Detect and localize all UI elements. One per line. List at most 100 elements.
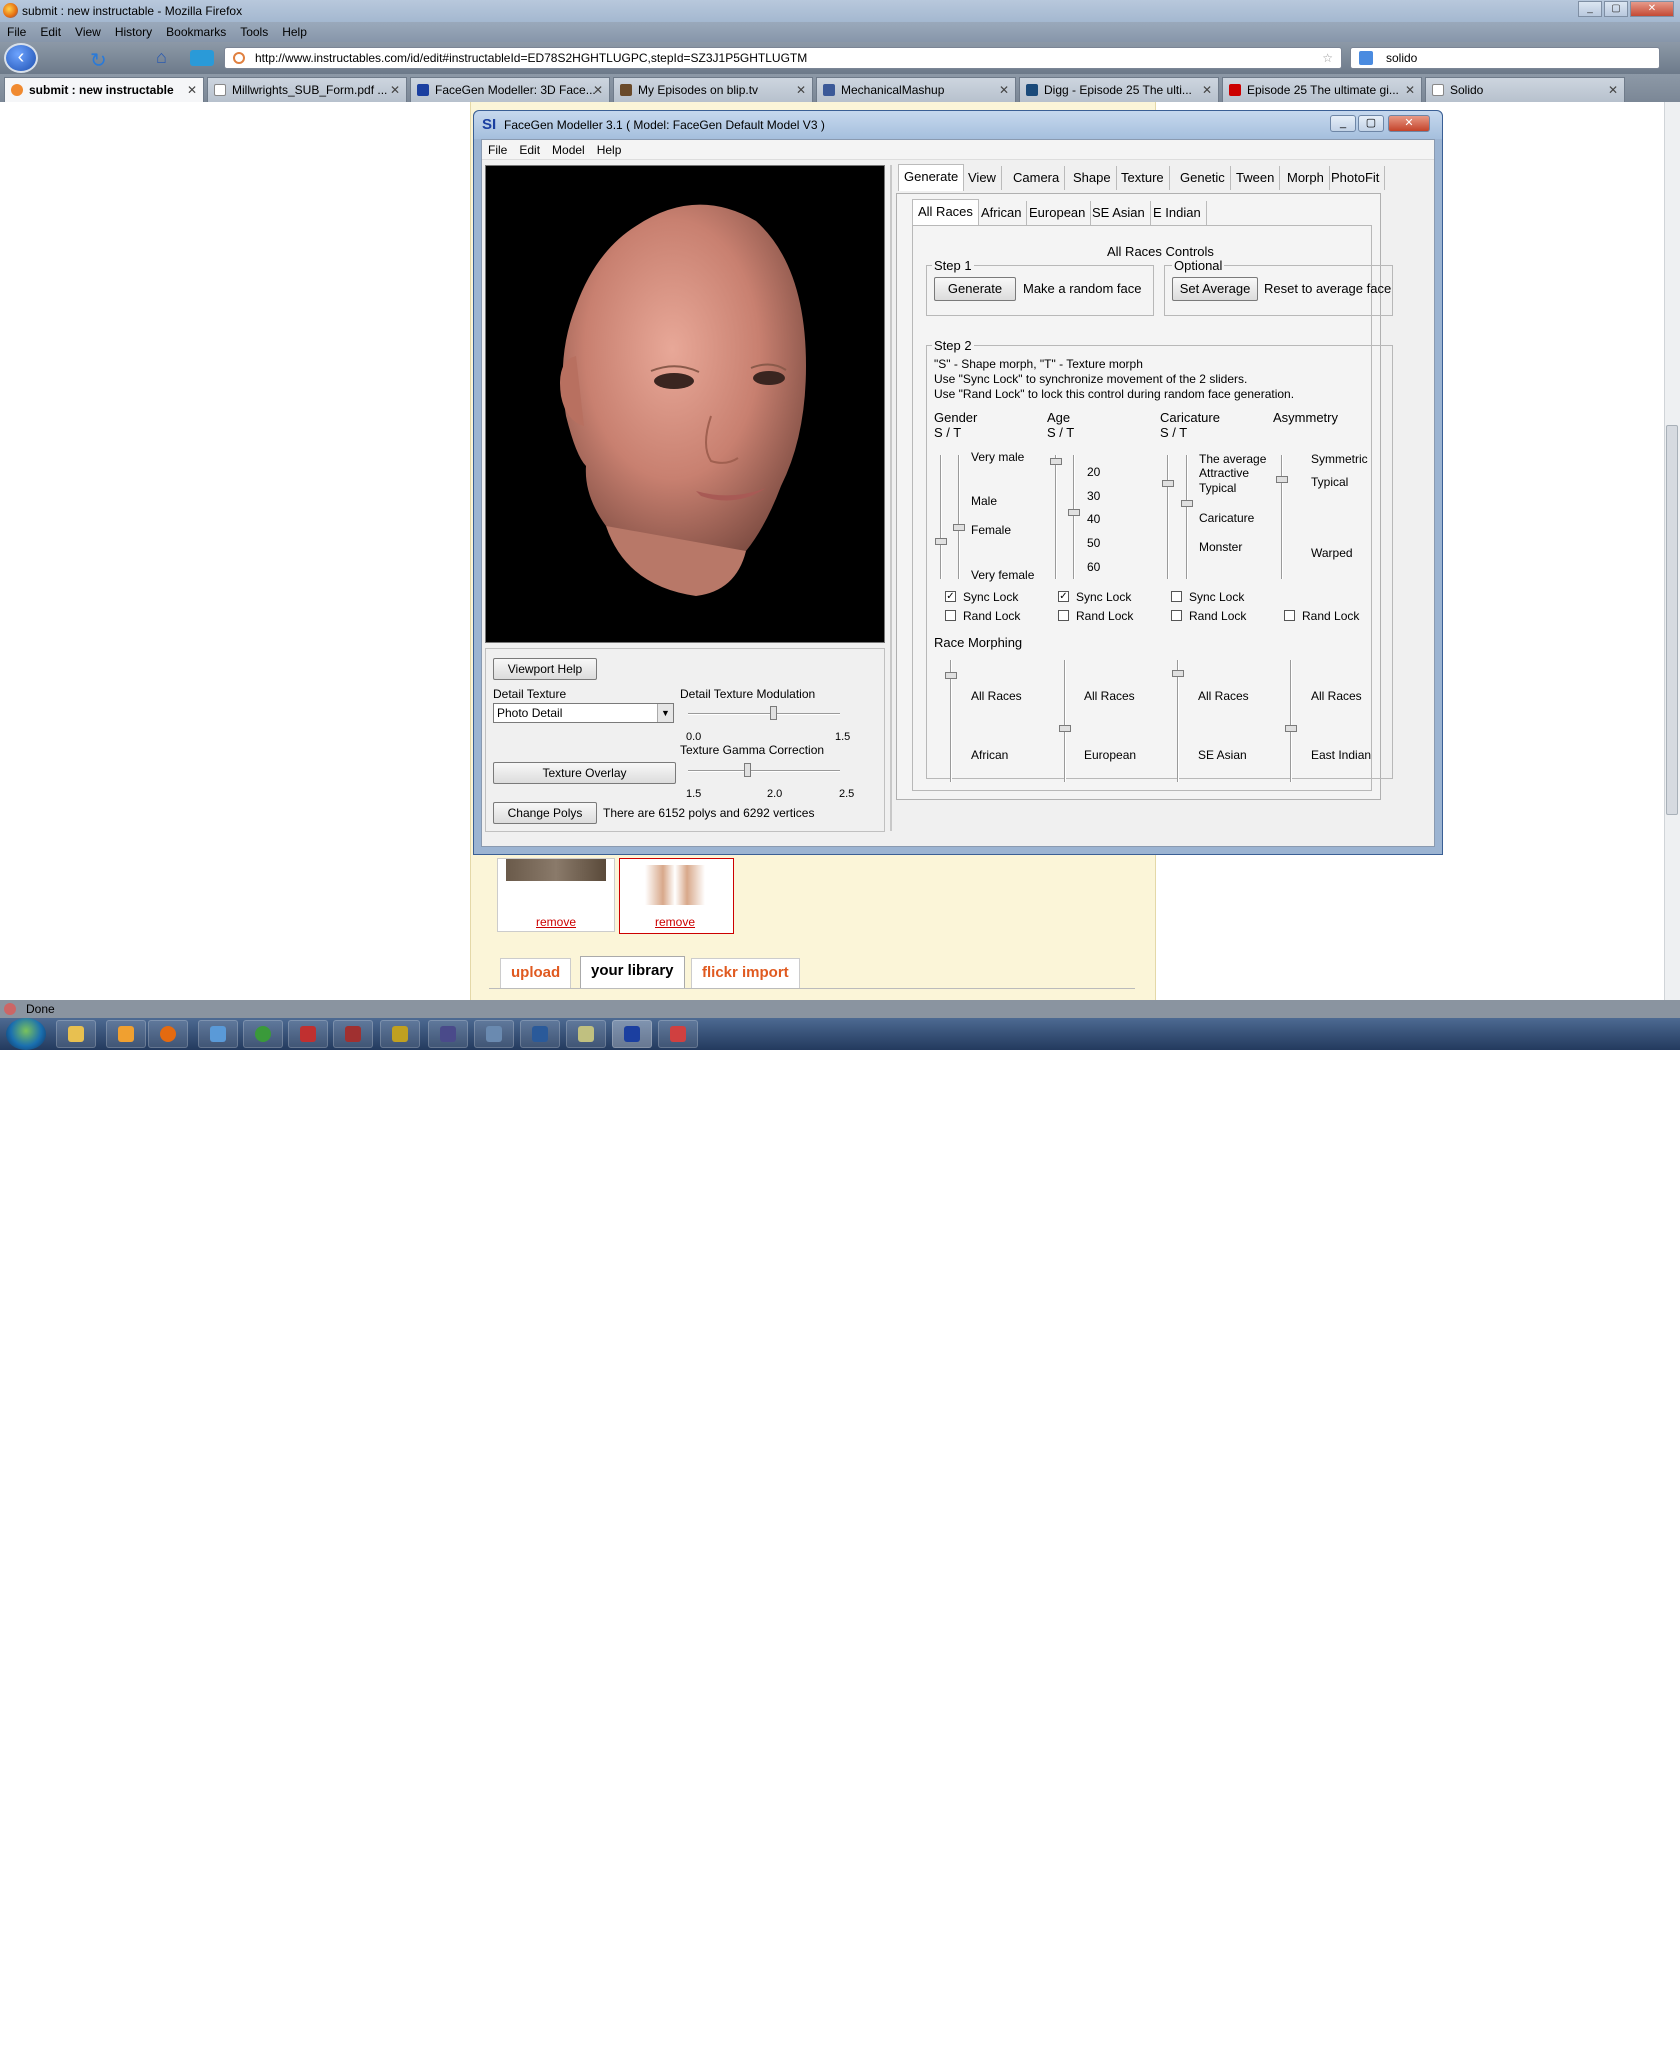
app-taskbar-button[interactable] (474, 1020, 514, 1048)
solidworks-taskbar-button[interactable] (288, 1020, 328, 1048)
race-european-slider[interactable] (1064, 660, 1066, 782)
tab-solido[interactable]: Solido ✕ (1425, 77, 1625, 102)
tab-facebook[interactable]: MechanicalMashup ✕ (816, 77, 1016, 102)
remove-link[interactable]: remove (655, 915, 695, 929)
firefox-taskbar-button[interactable] (148, 1020, 188, 1048)
race-eastindian-thumb[interactable] (1285, 725, 1297, 732)
gender-shape-slider[interactable] (940, 455, 942, 579)
star-icon[interactable]: ☆ (1322, 48, 1333, 68)
tab-tween[interactable]: Tween (1231, 166, 1281, 190)
race-eastindian-slider[interactable] (1290, 660, 1292, 782)
menu-history[interactable]: History (115, 25, 152, 39)
tab-blip[interactable]: My Episodes on blip.tv ✕ (613, 77, 813, 102)
asymmetry-thumb[interactable] (1276, 476, 1288, 483)
home-icon[interactable]: ⌂ (156, 47, 167, 68)
url-bar[interactable]: http://www.instructables.com/id/edit#ins… (224, 47, 1342, 69)
splitter[interactable] (890, 165, 892, 831)
close-tab-icon[interactable]: ✕ (999, 78, 1009, 102)
gamma-track[interactable] (688, 770, 840, 772)
fireworks-taskbar-button[interactable] (380, 1020, 420, 1048)
tab-camera[interactable]: Camera (1008, 166, 1066, 190)
menu-view[interactable]: View (75, 25, 101, 39)
tab-shape[interactable]: Shape (1068, 166, 1117, 190)
menu-edit[interactable]: Edit (40, 25, 61, 39)
reload-icon[interactable]: ↻ (90, 48, 107, 73)
gamma-thumb[interactable] (744, 763, 751, 777)
app-taskbar-button[interactable] (520, 1020, 560, 1048)
gender-shape-thumb[interactable] (935, 538, 947, 545)
generate-button[interactable]: Generate (934, 277, 1016, 301)
utorrent-taskbar-button[interactable] (243, 1020, 283, 1048)
texture-overlay-button[interactable]: Texture Overlay (493, 762, 676, 784)
clock[interactable]: 1:25 PM (1600, 2036, 1670, 2068)
addon-icon[interactable] (190, 50, 214, 66)
tab-flickr-import[interactable]: flickr import (691, 958, 800, 988)
3d-viewport[interactable] (485, 165, 885, 643)
media-taskbar-button[interactable] (106, 1020, 146, 1048)
back-button[interactable]: ‹ (4, 43, 38, 73)
tab-all-races[interactable]: All Races (912, 199, 979, 226)
tab-se-asian[interactable]: SE Asian (1087, 201, 1151, 225)
tab-e-indian[interactable]: E Indian (1148, 201, 1207, 225)
asymmetry-rand-lock-checkbox[interactable] (1284, 610, 1295, 621)
gender-sync-lock-checkbox[interactable]: ✓ (945, 591, 956, 602)
race-seasian-slider[interactable] (1177, 660, 1179, 782)
age-rand-lock-checkbox[interactable] (1058, 610, 1069, 621)
chevron-down-icon[interactable]: ▼ (657, 704, 673, 722)
app-taskbar-button[interactable] (198, 1020, 238, 1048)
race-european-thumb[interactable] (1059, 725, 1071, 732)
set-average-button[interactable]: Set Average (1172, 277, 1258, 301)
close-tab-icon[interactable]: ✕ (796, 78, 806, 102)
age-shape-slider[interactable] (1055, 455, 1057, 579)
close-tab-icon[interactable]: ✕ (1405, 78, 1415, 102)
maximize-button[interactable]: ▢ (1604, 1, 1628, 17)
close-tab-icon[interactable]: ✕ (593, 78, 603, 102)
close-tab-icon[interactable]: ✕ (1202, 78, 1212, 102)
gender-texture-slider[interactable] (958, 455, 960, 579)
tab-generate[interactable]: Generate (898, 164, 965, 191)
race-seasian-thumb[interactable] (1172, 670, 1184, 677)
tab-your-library[interactable]: your library (580, 956, 685, 988)
tab-facegen[interactable]: FaceGen Modeller: 3D Face... ✕ (410, 77, 610, 102)
start-button[interactable] (6, 1018, 46, 1050)
tab-pdf[interactable]: Millwrights_SUB_Form.pdf ... ✕ (207, 77, 407, 102)
fg-menu-help[interactable]: Help (597, 143, 622, 157)
tab-episode[interactable]: Episode 25 The ultimate gi... ✕ (1222, 77, 1422, 102)
detail-texture-select[interactable]: Photo Detail ▼ (493, 703, 674, 723)
close-tab-icon[interactable]: ✕ (187, 78, 197, 102)
close-tab-icon[interactable]: ✕ (390, 78, 400, 102)
fg-maximize-button[interactable]: ▢ (1358, 115, 1384, 132)
tab-submit[interactable]: submit : new instructable ✕ (4, 77, 204, 102)
viewport-help-button[interactable]: Viewport Help (493, 658, 597, 680)
facegen-taskbar-button[interactable] (612, 1020, 652, 1048)
menu-help[interactable]: Help (282, 25, 307, 39)
image-thumbnail[interactable] (645, 865, 705, 905)
gender-texture-thumb[interactable] (953, 524, 965, 531)
change-polys-button[interactable]: Change Polys (493, 802, 597, 824)
app-taskbar-button[interactable] (333, 1020, 373, 1048)
detail-mod-track[interactable] (688, 713, 840, 715)
caricature-rand-lock-checkbox[interactable] (1171, 610, 1182, 621)
caricature-texture-slider[interactable] (1186, 455, 1188, 579)
scrollbar-thumb[interactable] (1666, 425, 1678, 815)
tab-african[interactable]: African (976, 201, 1028, 225)
caricature-shape-slider[interactable] (1167, 455, 1169, 579)
app-taskbar-button[interactable] (566, 1020, 606, 1048)
search-box[interactable]: solido (1350, 47, 1660, 69)
tab-european[interactable]: European (1024, 201, 1092, 225)
caricature-sync-lock-checkbox[interactable] (1171, 591, 1182, 602)
age-texture-thumb[interactable] (1068, 509, 1080, 516)
menu-bookmarks[interactable]: Bookmarks (166, 25, 226, 39)
age-texture-slider[interactable] (1073, 455, 1075, 579)
close-tab-icon[interactable]: ✕ (1608, 78, 1618, 102)
fg-menu-edit[interactable]: Edit (519, 143, 540, 157)
fg-menu-file[interactable]: File (488, 143, 507, 157)
explorer-taskbar-button[interactable] (56, 1020, 96, 1048)
image-thumbnail[interactable] (506, 859, 606, 881)
race-african-thumb[interactable] (945, 672, 957, 679)
gender-rand-lock-checkbox[interactable] (945, 610, 956, 621)
asymmetry-slider[interactable] (1281, 455, 1283, 579)
fg-menu-model[interactable]: Model (552, 143, 585, 157)
tab-texture[interactable]: Texture (1116, 166, 1170, 190)
age-shape-thumb[interactable] (1050, 458, 1062, 465)
